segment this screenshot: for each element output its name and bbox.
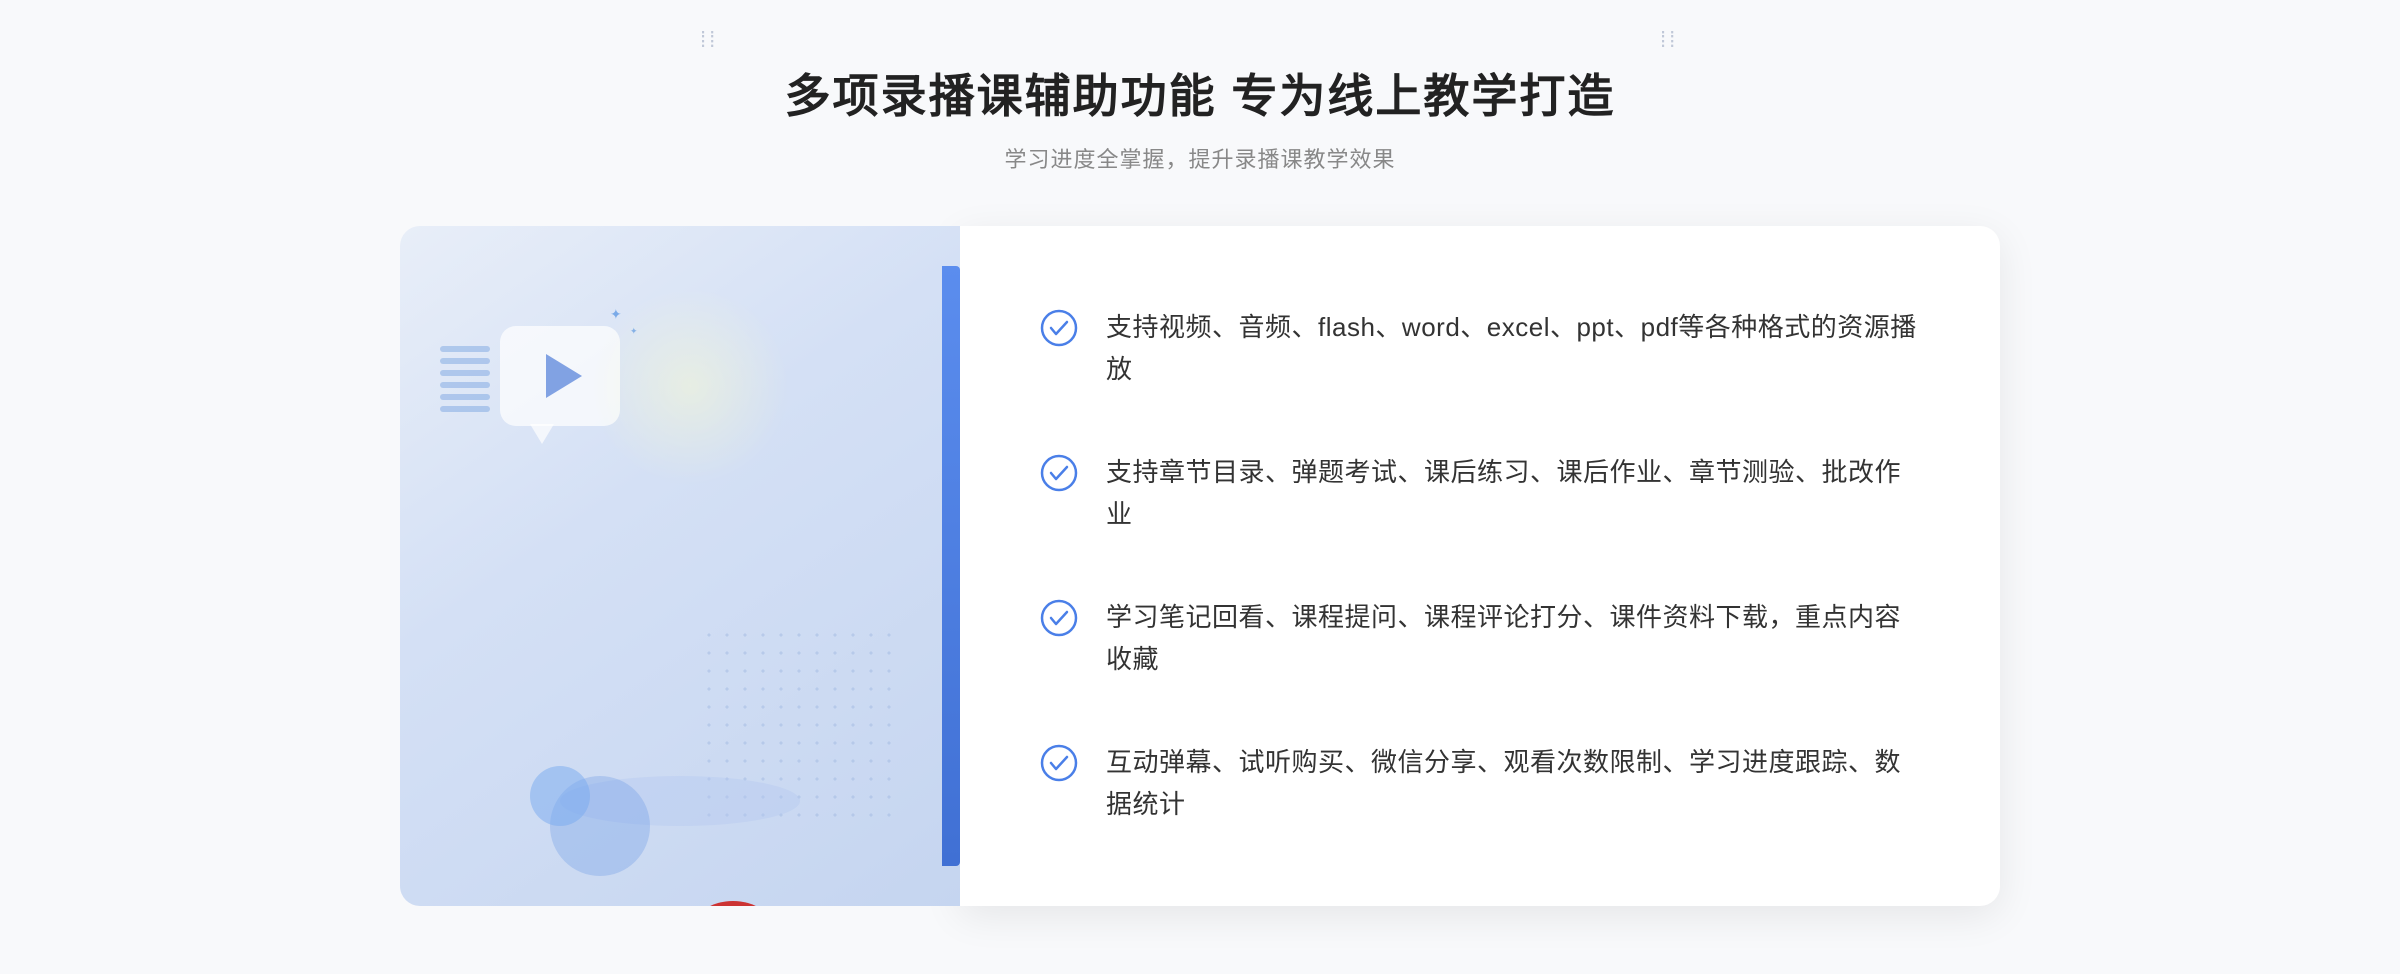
hair <box>695 901 771 906</box>
stripe-2 <box>440 358 490 364</box>
decorative-dots-left <box>700 30 740 50</box>
sub-title: 学习进度全掌握，提升录播课教学效果 <box>785 142 1616 174</box>
feature-text-3: 学习笔记回看、课程提问、课程评论打分、课件资料下载，重点内容收藏 <box>1106 597 1920 680</box>
content-panel: 支持视频、音频、flash、word、excel、ppt、pdf等各种格式的资源… <box>960 226 2000 906</box>
stripe-3 <box>440 370 490 376</box>
check-icon-2 <box>1040 454 1078 492</box>
page-container: 多项录播课辅助功能 专为线上教学打造 学习进度全掌握，提升录播课教学效果 » <box>0 0 2400 974</box>
content-area: » <box>400 226 2000 906</box>
feature-text-1: 支持视频、音频、flash、word、excel、ppt、pdf等各种格式的资源… <box>1106 307 1920 390</box>
feature-item-4: 互动弹幕、试听购买、微信分享、观看次数限制、学习进度跟踪、数据统计 <box>1040 742 1920 825</box>
decorative-dots-right <box>1660 30 1700 50</box>
stripes-decoration <box>440 346 500 426</box>
check-icon-1 <box>1040 309 1078 347</box>
stripe-1 <box>440 346 490 352</box>
stripe-6 <box>440 406 490 412</box>
stripe-4 <box>440 382 490 388</box>
feature-text-4: 互动弹幕、试听购买、微信分享、观看次数限制、学习进度跟踪、数据统计 <box>1106 742 1920 825</box>
stripe-5 <box>440 394 490 400</box>
illustration-panel <box>400 226 960 906</box>
deco-circle-2 <box>530 766 590 826</box>
figure-container <box>530 386 830 906</box>
check-icon-3 <box>1040 599 1078 637</box>
light-beam <box>590 286 790 486</box>
feature-text-2: 支持章节目录、弹题考试、课后练习、课后作业、章节测验、批改作业 <box>1106 452 1920 535</box>
main-title: 多项录播课辅助功能 专为线上教学打造 <box>785 60 1616 126</box>
feature-item-3: 学习笔记回看、课程提问、课程评论打分、课件资料下载，重点内容收藏 <box>1040 597 1920 680</box>
check-icon-4 <box>1040 744 1078 782</box>
feature-item-1: 支持视频、音频、flash、word、excel、ppt、pdf等各种格式的资源… <box>1040 307 1920 390</box>
blue-bar <box>942 266 960 866</box>
header-section: 多项录播课辅助功能 专为线上教学打造 学习进度全掌握，提升录播课教学效果 <box>785 60 1616 174</box>
feature-item-2: 支持章节目录、弹题考试、课后练习、课后作业、章节测验、批改作业 <box>1040 452 1920 535</box>
